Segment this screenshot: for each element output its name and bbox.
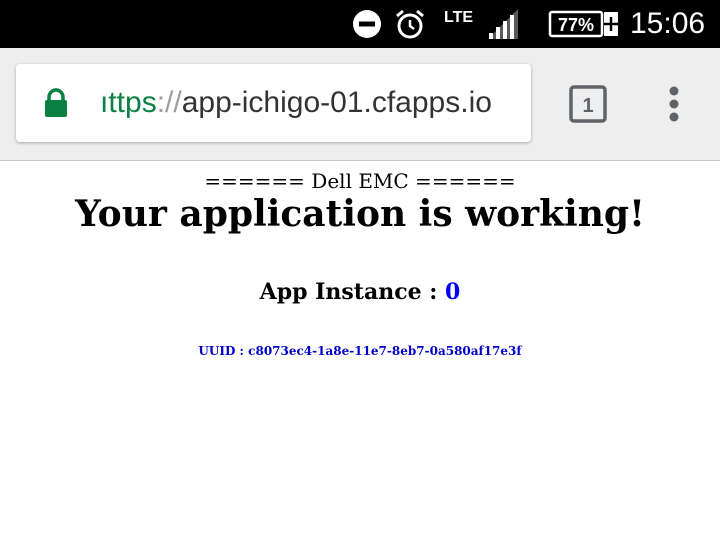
overflow-menu-icon [669,86,679,122]
header-line: ====== Dell EMC ====== [204,169,516,193]
tab-count: 1 [582,95,593,117]
url-text[interactable]: ıttps://app-ichigo-01.cfapps.io [100,64,492,142]
clock-time: 15:06 [630,7,706,40]
tab-switcher-icon: 1 [569,85,607,123]
app-instance: App Instance : 0 [0,279,720,305]
uuid-text: UUID : c8073ec4-1a8e-11e7-8eb7-0a580af17… [198,344,522,358]
page-title: Your application is working! [75,193,645,235]
battery-percent: 77% [558,15,594,35]
overflow-menu-button[interactable] [662,85,686,127]
lock-icon[interactable] [44,88,68,122]
url-scheme: ıttps [100,86,157,119]
do-not-disturb-icon [352,0,382,48]
instance-label: App Instance : [259,279,446,305]
alarm-icon [394,0,426,48]
network-type: LTE [444,9,474,26]
tab-switcher-button[interactable]: 1 [569,85,607,127]
status-bar: LTE 77% 15:06 [0,0,720,48]
url-separator: :// [156,86,182,119]
omnibox[interactable]: ıttps://app-ichigo-01.cfapps.io [16,64,531,142]
signal-icon [486,0,520,48]
instance-value: 0 [445,279,461,305]
battery-icon: 77% [548,0,620,48]
url-host: app-ichigo-01.cfapps.io [181,86,492,119]
browser-toolbar: ıttps://app-ichigo-01.cfapps.io 1 [0,48,720,161]
